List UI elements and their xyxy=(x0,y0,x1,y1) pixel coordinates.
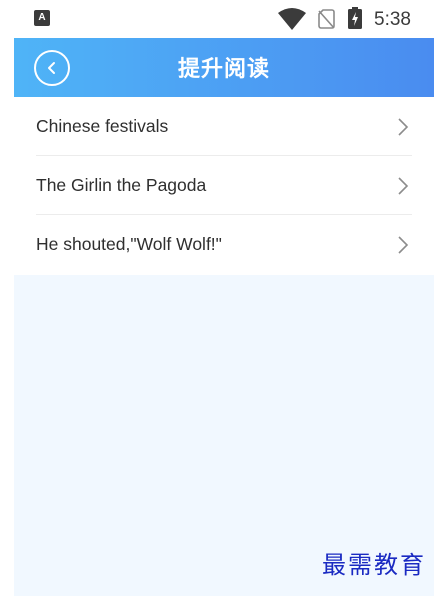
status-time: 5:38 xyxy=(374,9,411,30)
page-title: 提升阅读 xyxy=(177,56,270,81)
list-item-label: Chinese festivals xyxy=(36,116,169,136)
list-item-chinese-festivals[interactable]: Chinese festivals xyxy=(14,97,434,156)
battery-charging-icon xyxy=(348,7,362,29)
list-item-label: The Girlin the Pagoda xyxy=(36,175,207,195)
chevron-right-icon xyxy=(398,118,409,136)
list-item-wolf-wolf[interactable]: He shouted,"Wolf Wolf!" xyxy=(14,215,434,274)
list-item-girl-in-pagoda[interactable]: The Girlin the Pagoda xyxy=(14,156,434,215)
header-bar: 提升阅读 xyxy=(14,38,434,97)
wifi-icon xyxy=(278,8,306,30)
chevron-right-icon xyxy=(398,177,409,195)
app-notification-icon: A xyxy=(34,10,50,26)
reading-list: Chinese festivals The Girlin the Pagoda … xyxy=(14,97,434,275)
status-bar: A 5:38 xyxy=(14,0,430,38)
list-item-label: He shouted,"Wolf Wolf!" xyxy=(36,234,222,254)
app-notification-letter: A xyxy=(38,12,46,23)
chevron-right-icon xyxy=(398,236,409,254)
no-sim-icon xyxy=(318,9,335,29)
empty-content-area xyxy=(14,275,434,596)
watermark-text: 最需教育 xyxy=(322,551,426,579)
